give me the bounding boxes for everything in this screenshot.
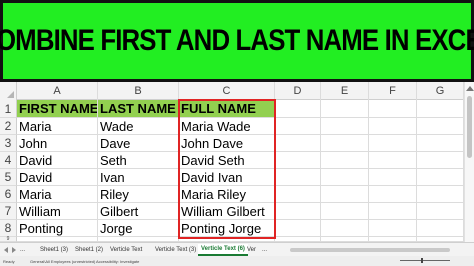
cell-d7[interactable] (275, 203, 321, 220)
cell-b6[interactable]: Riley (98, 186, 179, 203)
tab-sheet1-3[interactable]: Sheet1 (3) (40, 244, 68, 256)
cell-g8[interactable] (417, 220, 464, 237)
cell-f8[interactable] (369, 220, 417, 237)
zoom-slider[interactable] (400, 260, 450, 261)
cell-d6[interactable] (275, 186, 321, 203)
status-accessibility[interactable]: Accessibility: Investigate (96, 259, 139, 264)
cell-a1[interactable]: FIRST NAME (17, 100, 98, 118)
vertical-scrollbar[interactable] (464, 82, 474, 242)
column-header-c[interactable]: C (179, 82, 275, 100)
cell-b5[interactable]: Ivan (98, 169, 179, 186)
cell-c7[interactable]: William Gilbert (179, 203, 275, 220)
tab-verticle-partial[interactable]: Ver (247, 244, 256, 256)
tab-scroll-right-icon[interactable] (12, 247, 16, 253)
status-bar: Ready General\All Employees (unrestricte… (0, 256, 474, 266)
cell-a2[interactable]: Maria (17, 118, 98, 135)
tab-scroll-left-icon[interactable] (4, 247, 8, 253)
row-header-2[interactable]: 2 (0, 118, 17, 135)
cell-c4[interactable]: David Seth (179, 152, 275, 169)
cell-e2[interactable] (321, 118, 369, 135)
tab-verticle-text-6[interactable]: Verticle Text (6) (198, 244, 248, 256)
scroll-up-icon[interactable] (466, 86, 474, 91)
cell-e5[interactable] (321, 169, 369, 186)
cell-d5[interactable] (275, 169, 321, 186)
row-header-1[interactable]: 1 (0, 100, 17, 118)
cell-e1[interactable] (321, 100, 369, 118)
row-header-7[interactable]: 7 (0, 203, 17, 220)
cell-e4[interactable] (321, 152, 369, 169)
tab-overflow-more[interactable]: ... (262, 244, 267, 256)
cell-c2[interactable]: Maria Wade (179, 118, 275, 135)
status-ready: Ready (3, 259, 15, 264)
cell-e7[interactable] (321, 203, 369, 220)
cell-a7[interactable]: William (17, 203, 98, 220)
column-header-b[interactable]: B (98, 82, 179, 100)
cell-c8[interactable]: Ponting Jorge (179, 220, 275, 237)
cell-g2[interactable] (417, 118, 464, 135)
tab-verticle-text[interactable]: Verticle Text (110, 244, 142, 256)
cell-c6[interactable]: Maria Riley (179, 186, 275, 203)
cell-g4[interactable] (417, 152, 464, 169)
cell-a4[interactable]: David (17, 152, 98, 169)
cell-f5[interactable] (369, 169, 417, 186)
zoom-slider-knob[interactable] (421, 258, 423, 263)
row-header-4[interactable]: 4 (0, 152, 17, 169)
row-header-5[interactable]: 5 (0, 169, 17, 186)
select-all-corner[interactable] (0, 82, 17, 100)
cell-d1[interactable] (275, 100, 321, 118)
row-header-3[interactable]: 3 (0, 135, 17, 152)
column-header-d[interactable]: D (275, 82, 321, 100)
cell-e8[interactable] (321, 220, 369, 237)
cell-d8[interactable] (275, 220, 321, 237)
cell-b2[interactable]: Wade (98, 118, 179, 135)
banner-title: COMBINE FIRST AND LAST NAME IN EXCEL (0, 24, 474, 57)
cell-b8[interactable]: Jorge (98, 220, 179, 237)
tab-more[interactable]: ... (20, 244, 25, 256)
cell-e6[interactable] (321, 186, 369, 203)
column-header-f[interactable]: F (369, 82, 417, 100)
cell-f6[interactable] (369, 186, 417, 203)
cell-g1[interactable] (417, 100, 464, 118)
cell-c3[interactable]: John Dave (179, 135, 275, 152)
horizontal-scrollbar[interactable] (290, 248, 450, 252)
column-header-e[interactable]: E (321, 82, 369, 100)
cell-d3[interactable] (275, 135, 321, 152)
cell-e3[interactable] (321, 135, 369, 152)
cell-a3[interactable]: John (17, 135, 98, 152)
sheet-tab-bar: ... Sheet1 (3) Sheet1 (2) Verticle Text … (0, 242, 474, 256)
cell-a8[interactable]: Ponting (17, 220, 98, 237)
column-header-a[interactable]: A (17, 82, 98, 100)
cell-a6[interactable]: Maria (17, 186, 98, 203)
column-header-g[interactable]: G (417, 82, 464, 100)
column-header-row: A B C D E F G (0, 82, 474, 100)
cell-c5[interactable]: David Ivan (179, 169, 275, 186)
tab-verticle-text-3[interactable]: Verticle Text (3) (155, 244, 196, 256)
cell-g5[interactable] (417, 169, 464, 186)
cell-b1[interactable]: LAST NAME (98, 100, 179, 118)
cell-g3[interactable] (417, 135, 464, 152)
cell-f4[interactable] (369, 152, 417, 169)
cell-g7[interactable] (417, 203, 464, 220)
cell-f1[interactable] (369, 100, 417, 118)
cell-b4[interactable]: Seth (98, 152, 179, 169)
row-header-8[interactable]: 8 (0, 220, 17, 237)
status-sensitivity[interactable]: General\All Employees (unrestricted) (30, 259, 95, 264)
cell-f7[interactable] (369, 203, 417, 220)
row-header-6[interactable]: 6 (0, 186, 17, 203)
scrollbar-thumb[interactable] (467, 96, 472, 158)
cell-g6[interactable] (417, 186, 464, 203)
cell-c1[interactable]: FULL NAME (179, 100, 275, 118)
cell-f2[interactable] (369, 118, 417, 135)
cell-f3[interactable] (369, 135, 417, 152)
title-banner: COMBINE FIRST AND LAST NAME IN EXCEL (0, 0, 474, 82)
cell-b7[interactable]: Gilbert (98, 203, 179, 220)
cell-d2[interactable] (275, 118, 321, 135)
cell-a5[interactable]: David (17, 169, 98, 186)
tab-sheet1-2[interactable]: Sheet1 (2) (75, 244, 103, 256)
select-all-icon (7, 91, 14, 98)
spreadsheet-grid[interactable]: A B C D E F G 1 2 3 4 5 6 7 8 9 FIRST NA… (0, 82, 474, 242)
cell-b3[interactable]: Dave (98, 135, 179, 152)
cell-d4[interactable] (275, 152, 321, 169)
